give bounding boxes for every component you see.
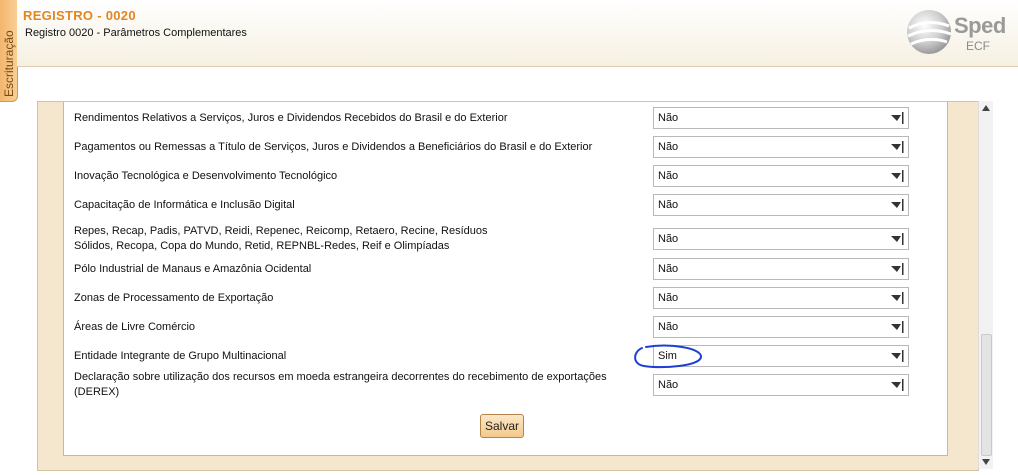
dropdown-arrow-icon: [891, 141, 904, 153]
field-label: Rendimentos Relativos a Serviços, Juros …: [74, 111, 508, 124]
vertical-scrollbar[interactable]: [978, 101, 993, 469]
select-polo-manaus[interactable]: Não: [653, 258, 909, 280]
scroll-up-arrow-icon[interactable]: [981, 103, 991, 113]
save-button[interactable]: Salvar: [480, 414, 524, 438]
dropdown-arrow-icon: [891, 263, 904, 275]
dropdown-arrow-icon: [891, 170, 904, 182]
dropdown-arrow-icon: [891, 112, 904, 124]
field-label: Pólo Industrial de Manaus e Amazônia Oci…: [74, 262, 312, 275]
scroll-down-arrow-icon[interactable]: [981, 457, 991, 467]
logo-subtext: ECF: [966, 39, 990, 53]
field-label: Inovação Tecnológica e Desenvolvimento T…: [74, 169, 338, 182]
scrollbar-thumb[interactable]: [981, 334, 992, 456]
select-repes-recap[interactable]: Não: [653, 228, 909, 250]
field-label: Capacitação de Informática e Inclusão Di…: [74, 198, 295, 211]
field-label: Zonas de Processamento de Exportação: [74, 291, 274, 304]
dropdown-arrow-icon: [891, 233, 904, 245]
form-area: Rendimentos Relativos a Serviços, Juros …: [63, 102, 948, 456]
select-value: Não: [658, 199, 679, 211]
logo-text: Sped: [954, 13, 1006, 38]
dropdown-arrow-icon: [891, 292, 904, 304]
field-label: Áreas de Livre Comércio: [74, 320, 196, 333]
dropdown-arrow-icon: [891, 379, 904, 391]
dropdown-arrow-icon: [891, 350, 904, 362]
field-label: Declaração sobre utilização dos recursos…: [74, 371, 607, 398]
dropdown-arrow-icon: [891, 199, 904, 211]
select-value: Não: [658, 170, 679, 182]
select-grupo-multinacional[interactable]: Sim: [653, 345, 909, 367]
select-areas-livre-comercio[interactable]: Não: [653, 316, 909, 338]
select-value: Não: [658, 233, 679, 245]
field-label: Entidade Integrante de Grupo Multinacion…: [74, 349, 287, 362]
select-value: Não: [658, 321, 679, 333]
select-pagamentos-remessas[interactable]: Não: [653, 136, 909, 158]
select-capacitacao-informatica[interactable]: Não: [653, 194, 909, 216]
field-label: Repes, Recap, Padis, PATVD, Reidi, Repen…: [74, 225, 488, 252]
dropdown-arrow-icon: [891, 321, 904, 333]
select-value: Sim: [658, 350, 677, 362]
select-zonas-exportacao[interactable]: Não: [653, 287, 909, 309]
side-tab-escrituracao[interactable]: Escrituração: [0, 0, 18, 102]
select-rendimentos-recebidos[interactable]: Não: [653, 107, 909, 129]
globe-icon: [907, 10, 952, 54]
select-value: Não: [658, 292, 679, 304]
select-inovacao-tecnologica[interactable]: Não: [653, 165, 909, 187]
select-value: Não: [658, 263, 679, 275]
sped-logo: Sped ECF: [905, 4, 1015, 60]
page-header: REGISTRO - 0020 Registro 0020 - Parâmetr…: [17, 0, 1018, 67]
select-value: Não: [658, 379, 679, 391]
page-subtitle: Registro 0020 - Parâmetros Complementare…: [25, 27, 247, 39]
select-value: Não: [658, 112, 679, 124]
field-label: Pagamentos ou Remessas a Título de Servi…: [74, 140, 593, 153]
page-title: REGISTRO - 0020: [23, 8, 136, 23]
select-derex[interactable]: Não: [653, 374, 909, 396]
side-tab-label: Escrituração: [2, 30, 16, 97]
form-panel: Rendimentos Relativos a Serviços, Juros …: [37, 101, 979, 471]
select-value: Não: [658, 141, 679, 153]
